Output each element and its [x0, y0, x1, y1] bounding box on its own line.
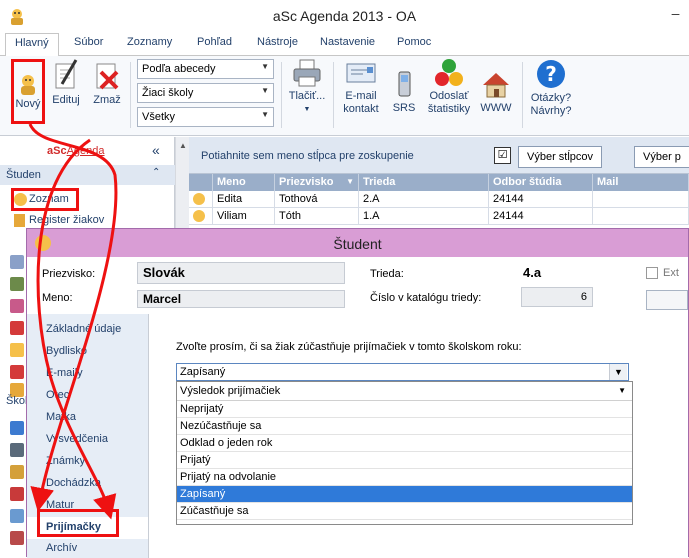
annotation-arrows	[28, 123, 118, 520]
arrow-zoznam-to-prijimacky	[36, 138, 117, 520]
arrow-new-to-prijimacky	[28, 123, 118, 512]
